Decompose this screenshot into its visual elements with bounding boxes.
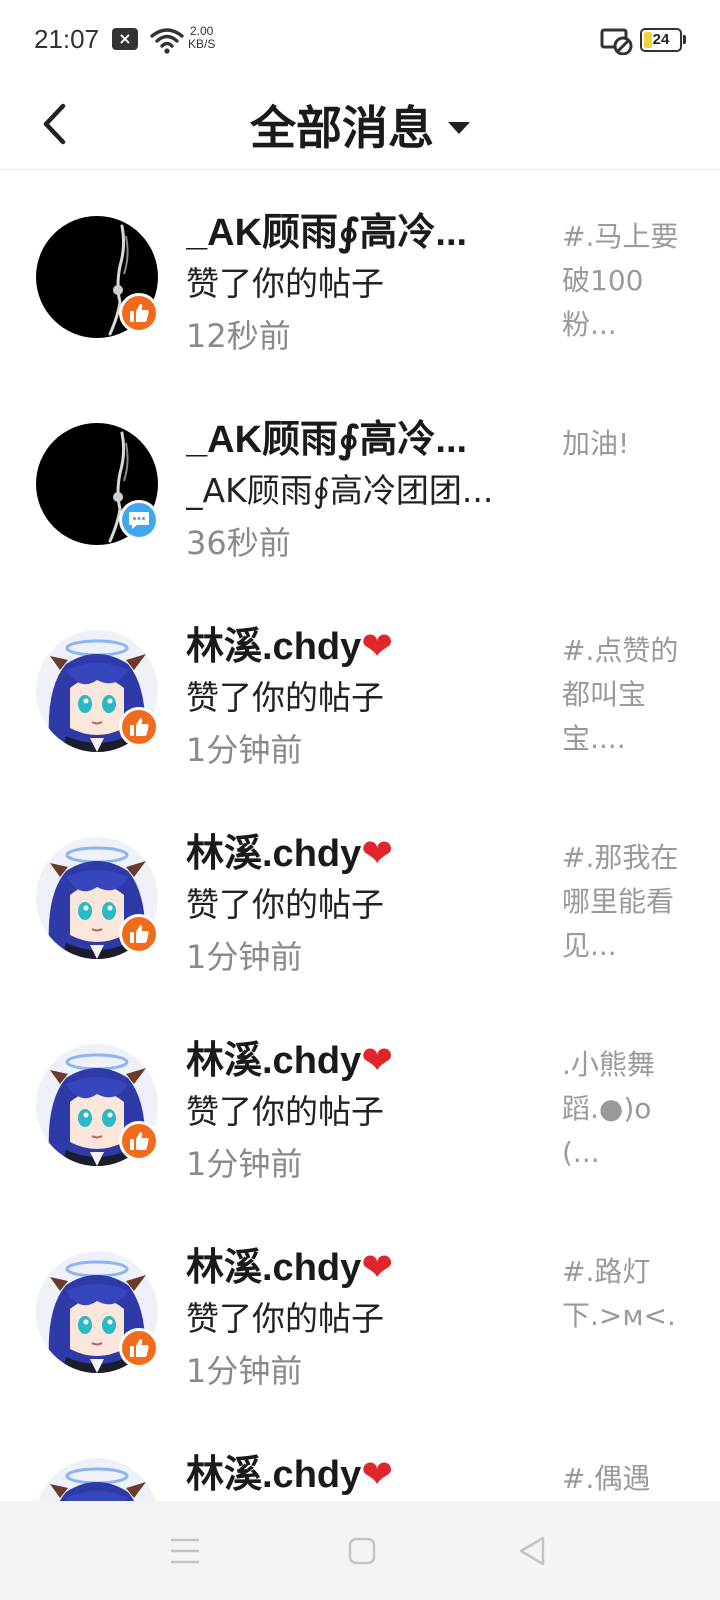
post-preview[interactable]: #.那我在哪里能看见... <box>562 836 684 964</box>
sender-name[interactable]: 林溪.chdy❤ <box>186 615 516 670</box>
sender-name-text: _AK顾雨∮高冷... <box>186 419 468 461</box>
close-box-icon: × <box>112 28 138 50</box>
sender-name-text: 林溪.chdy <box>186 1040 362 1082</box>
heart-icon: ❤ <box>361 1040 394 1082</box>
network-speed: 2.00 KB/S <box>188 25 215 51</box>
post-preview[interactable]: #.偶遇 <box>562 1457 684 1501</box>
heart-icon: ❤ <box>361 833 394 875</box>
heart-icon: ❤ <box>361 1247 394 1289</box>
heart-icon: ❤ <box>361 1454 394 1496</box>
sender-name-text: 林溪.chdy <box>186 626 362 668</box>
notification-item[interactable]: 林溪.chdy❤ 赞了你的帖子 1分钟前 #.那我在哪里能看见... <box>0 792 720 1003</box>
nav-back-button[interactable] <box>510 1529 554 1573</box>
timestamp: 12秒前 <box>186 317 291 355</box>
action-text: 赞了你的帖子 <box>186 1299 384 1338</box>
like-badge <box>119 914 159 954</box>
sender-name[interactable]: _AK顾雨∮高冷... <box>186 201 516 256</box>
sender-name[interactable]: 林溪.chdy❤ <box>186 1029 516 1084</box>
status-time: 21:07 <box>34 24 100 54</box>
comment-badge <box>119 500 159 540</box>
notification-item[interactable]: 林溪.chdy❤ 赞了你的帖子 1分钟前 #.路灯下.>ᴍ<. <box>0 1206 720 1417</box>
page-title: 全部消息 <box>250 101 434 155</box>
square-home-icon <box>348 1537 376 1565</box>
home-button[interactable] <box>340 1529 384 1573</box>
timestamp: 1分钟前 <box>186 1145 303 1183</box>
sender-name[interactable]: _AK顾雨∮高冷... <box>186 408 516 463</box>
timestamp: 36秒前 <box>186 524 291 562</box>
notification-item[interactable]: 林溪.chdy❤ 赞了你的帖子 1分钟前 #.点赞的都叫宝宝.... <box>0 585 720 796</box>
notification-item[interactable]: _AK顾雨∮高冷... _AK顾雨∮高冷团团... 36秒前 加油! <box>0 378 720 589</box>
sender-name-text: _AK顾雨∮高冷... <box>186 212 468 254</box>
comment-icon <box>129 512 149 529</box>
triangle-back-icon <box>519 1536 545 1566</box>
post-preview[interactable]: .小熊舞蹈.●)o(... <box>562 1043 684 1171</box>
post-preview[interactable]: #.路灯下.>ᴍ<. <box>562 1250 684 1378</box>
status-bar: 21:07 × 2.00 KB/S 24 <box>0 0 720 80</box>
thumbs-up-icon <box>130 1132 149 1150</box>
title-dropdown[interactable]: 全部消息 <box>0 80 720 170</box>
like-badge <box>119 707 159 747</box>
timestamp: 1分钟前 <box>186 1352 303 1390</box>
sender-name[interactable]: 林溪.chdy❤ <box>186 822 516 877</box>
action-text: _AK顾雨∮高冷团团... <box>186 471 494 510</box>
caret-down-icon <box>448 122 470 134</box>
sender-name[interactable]: 林溪.chdy❤ <box>186 1236 516 1291</box>
notification-item[interactable]: 林溪.chdy❤ 赞了你的帖子 1分钟前 .小熊舞蹈.●)o(... <box>0 999 720 1210</box>
action-text: 赞了你的帖子 <box>186 678 384 717</box>
menu-icon <box>170 1538 200 1564</box>
sender-name-text: 林溪.chdy <box>186 1247 362 1289</box>
like-badge <box>119 1121 159 1161</box>
post-preview[interactable]: #.马上要破100粉... <box>562 215 684 343</box>
thumbs-up-icon <box>130 1339 149 1357</box>
like-badge <box>119 1328 159 1368</box>
screen-cast-off-icon <box>600 28 633 55</box>
sender-name[interactable]: 林溪.chdy❤ <box>186 1443 516 1498</box>
wifi-icon <box>150 28 184 54</box>
thumbs-up-icon <box>130 925 149 943</box>
avatar[interactable] <box>36 1458 158 1501</box>
header: 全部消息 <box>0 80 720 170</box>
thumbs-up-icon <box>130 718 149 736</box>
battery-level: 24 <box>652 31 670 48</box>
notification-list[interactable]: _AK顾雨∮高冷... 赞了你的帖子 12秒前 #.马上要破100粉... _AK顾雨∮… <box>0 171 720 1501</box>
action-text: 赞了你的帖子 <box>186 1092 384 1131</box>
sender-name-text: 林溪.chdy <box>186 833 362 875</box>
heart-icon: ❤ <box>361 626 394 668</box>
notification-item[interactable]: _AK顾雨∮高冷... 赞了你的帖子 12秒前 #.马上要破100粉... <box>0 171 720 382</box>
thumbs-up-icon <box>130 304 149 322</box>
action-text: 赞了你的帖子 <box>186 885 384 924</box>
post-preview[interactable]: #.点赞的都叫宝宝.... <box>562 629 684 757</box>
menu-button[interactable] <box>163 1529 207 1573</box>
network-speed-unit: KB/S <box>188 37 216 51</box>
action-text: 赞了你的帖子 <box>186 264 384 303</box>
timestamp: 1分钟前 <box>186 938 303 976</box>
notification-item[interactable]: 林溪.chdy❤ #.偶遇 <box>0 1413 720 1501</box>
post-preview[interactable]: 加油! <box>562 422 684 550</box>
like-badge <box>119 293 159 333</box>
sender-name-text: 林溪.chdy <box>186 1454 362 1496</box>
battery-icon: 24 <box>640 28 682 52</box>
timestamp: 1分钟前 <box>186 731 303 769</box>
system-nav-bar <box>0 1501 720 1600</box>
